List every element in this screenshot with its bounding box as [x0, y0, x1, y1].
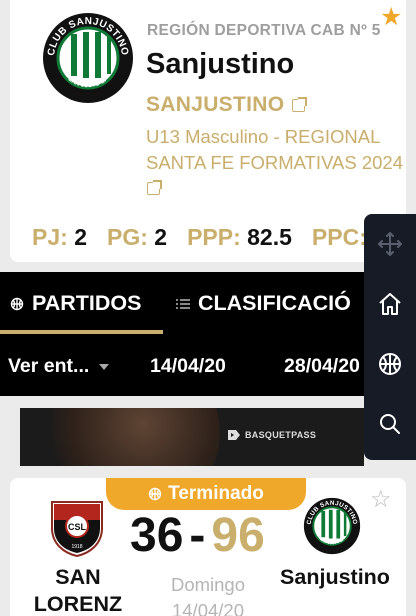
home-score: 36 — [130, 509, 184, 562]
list-icon — [176, 298, 190, 309]
basketball-icon — [148, 487, 162, 501]
filter-dropdown[interactable]: Ver ent... — [8, 355, 110, 378]
play-logo-icon — [228, 430, 240, 440]
stat-key: PG: — [106, 224, 148, 250]
team-name: Sanjustino — [146, 48, 295, 80]
match-day: Domingo — [170, 574, 246, 595]
home-crest-letters: CSL — [68, 522, 87, 532]
basketball-image — [50, 408, 220, 466]
favorite-star-icon[interactable]: ☆ — [370, 488, 392, 512]
external-link-icon[interactable] — [147, 180, 162, 195]
team-card: CLUB SANJUSTINO SAN JUSTO SF REGIÓN DEPO… — [10, 0, 406, 262]
stat-pg: PG: 2 — [107, 224, 167, 251]
san-lorenzo-crest-logo: CSL 1918 — [51, 501, 103, 558]
tabs-bar: PARTIDOS CLASIFICACIÓ — [0, 272, 416, 338]
star-icon[interactable]: ★ — [380, 5, 402, 30]
away-score: 96 — [211, 509, 265, 562]
match-date: 14/04/20 — [171, 600, 244, 616]
club-link-label: SANJUSTINO — [146, 93, 285, 116]
stat-value: 2 — [154, 224, 168, 250]
region-label: REGIÓN DEPORTIVA CAB Nº 5 — [147, 22, 381, 39]
team-stats: PJ: 2 PG: 2 PPP: 82.5 PPC: — [32, 224, 367, 251]
floating-toolbar — [364, 214, 416, 460]
status-label: Terminado — [168, 483, 264, 504]
date-option[interactable]: 14/04/20 — [150, 355, 226, 378]
external-link-icon — [292, 96, 308, 112]
home-team-name: SAN LORENZ — [33, 565, 123, 616]
tab-label: CLASIFICACIÓ — [198, 291, 351, 315]
home-crest-year: 1918 — [71, 544, 82, 550]
stat-value: 2 — [74, 224, 87, 250]
search-icon[interactable] — [364, 398, 416, 450]
chevron-down-icon — [99, 363, 110, 370]
score: 36-96 — [130, 508, 265, 563]
score-separator: - — [189, 509, 206, 562]
club-link[interactable]: SANJUSTINO — [146, 93, 308, 117]
filter-label: Ver ent... — [8, 355, 90, 377]
sanjustino-crest-logo: CLUB SANJUSTINO SAN JUSTO SF — [303, 497, 361, 555]
date-option[interactable]: 28/04/20 — [284, 355, 360, 378]
active-tab-indicator — [0, 330, 163, 334]
ad-banner[interactable]: BASQUETPASS — [20, 408, 364, 466]
away-team-name: Sanjustino — [280, 565, 390, 589]
banner-brand: BASQUETPASS — [228, 430, 316, 440]
basketball-icon — [10, 297, 24, 310]
date-bar: Ver ent... 14/04/20 28/04/20 — [0, 338, 416, 396]
stat-key: PPP: — [187, 224, 241, 250]
tab-clasificacion[interactable]: CLASIFICACIÓ — [176, 291, 351, 316]
sanjustino-crest-logo: CLUB SANJUSTINO SAN JUSTO SF — [43, 13, 133, 103]
stat-value: 82.5 — [247, 224, 292, 250]
stat-key: PJ: — [32, 224, 68, 250]
competition-link[interactable]: U13 Masculino - REGIONAL SANTA FE FORMAT… — [146, 124, 408, 176]
stat-ppc: PPC: — [312, 224, 367, 251]
banner-brand-label: BASQUETPASS — [245, 430, 317, 440]
tab-label: PARTIDOS — [32, 291, 142, 315]
basketball-icon[interactable] — [364, 338, 416, 390]
tab-partidos[interactable]: PARTIDOS — [10, 291, 142, 316]
stat-ppp: PPP: 82.5 — [187, 224, 292, 251]
match-card[interactable]: Terminado CSL 1918 36-96 CLUB SANJUSTINO… — [10, 478, 406, 616]
stat-pj: PJ: 2 — [32, 224, 87, 251]
status-badge: Terminado — [106, 478, 306, 510]
home-icon[interactable] — [364, 278, 416, 330]
stat-key: PPC: — [311, 224, 367, 250]
move-icon[interactable] — [364, 218, 416, 270]
